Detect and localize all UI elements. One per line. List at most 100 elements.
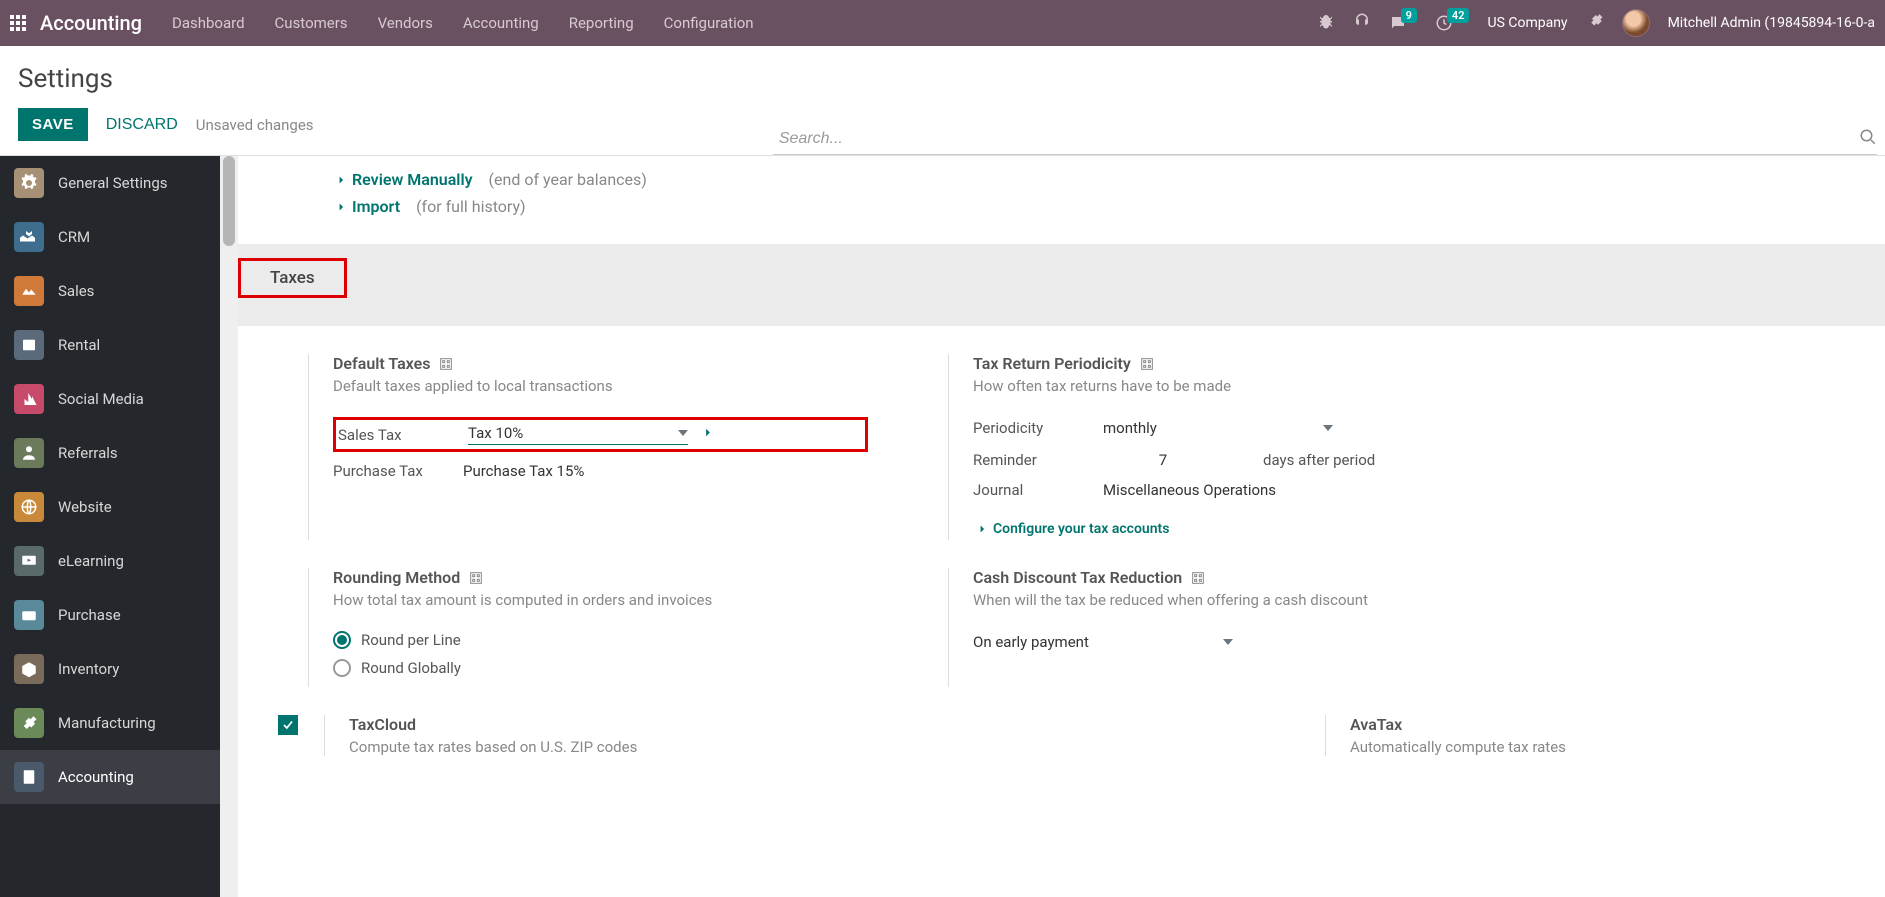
sidebar-scrollbar[interactable] xyxy=(220,156,238,897)
settings-sidebar: General Settings CRM Sales Rental Social… xyxy=(0,156,220,897)
sidebar-label: Rental xyxy=(58,336,100,354)
messages-icon[interactable]: 9 xyxy=(1389,14,1417,32)
label-sales-tax: Sales Tax xyxy=(338,426,468,444)
support-icon[interactable] xyxy=(1353,12,1371,34)
sidebar-label: Inventory xyxy=(58,660,119,678)
sidebar-item-website[interactable]: Website xyxy=(0,480,220,534)
page-title: Settings xyxy=(18,64,765,94)
sidebar-label: Manufacturing xyxy=(58,714,156,732)
avatar[interactable] xyxy=(1622,9,1650,37)
sidebar-item-elearning[interactable]: eLearning xyxy=(0,534,220,588)
messages-badge: 9 xyxy=(1401,8,1417,23)
setting-desc: Default taxes applied to local transacti… xyxy=(333,377,868,395)
chevron-down-icon xyxy=(1223,639,1233,645)
settings-content: Review Manually (end of year balances) I… xyxy=(238,156,1885,897)
radio-round-globally[interactable]: Round Globally xyxy=(333,659,868,677)
setting-desc: When will the tax be reduced when offeri… xyxy=(973,591,1508,609)
user-menu[interactable]: Mitchell Admin (19845894-16-0-a xyxy=(1668,15,1875,31)
company-switcher[interactable]: US Company xyxy=(1487,15,1567,31)
nav-vendors[interactable]: Vendors xyxy=(378,14,433,32)
sidebar-label: Sales xyxy=(58,282,94,300)
nav-accounting[interactable]: Accounting xyxy=(463,14,539,32)
sidebar-label: eLearning xyxy=(58,552,124,570)
link-configure-tax-accounts[interactable]: Configure your tax accounts xyxy=(973,521,1169,537)
company-icon xyxy=(438,356,454,372)
radio-round-per-line[interactable]: Round per Line xyxy=(333,631,868,649)
search-icon[interactable] xyxy=(1859,128,1877,150)
label-purchase-tax: Purchase Tax xyxy=(333,462,463,480)
sidebar-item-referrals[interactable]: Referrals xyxy=(0,426,220,480)
sidebar-item-manufacturing[interactable]: Manufacturing xyxy=(0,696,220,750)
section-taxes-header: Taxes xyxy=(238,258,347,298)
nav-customers[interactable]: Customers xyxy=(275,14,348,32)
sidebar-item-social[interactable]: Social Media xyxy=(0,372,220,426)
main-nav: Dashboard Customers Vendors Accounting R… xyxy=(172,14,754,32)
topbar: Accounting Dashboard Customers Vendors A… xyxy=(0,0,1885,46)
label-journal: Journal xyxy=(973,481,1103,499)
box-tax-periodicity: Tax Return Periodicity How often tax ret… xyxy=(948,354,1508,540)
chevron-down-icon xyxy=(1323,425,1333,431)
sidebar-item-inventory[interactable]: Inventory xyxy=(0,642,220,696)
sidebar-label: Referrals xyxy=(58,444,118,462)
sidebar-item-rental[interactable]: Rental xyxy=(0,318,220,372)
radio-icon xyxy=(333,631,351,649)
label-days-after: days after period xyxy=(1263,451,1375,469)
chevron-down-icon xyxy=(678,430,688,436)
box-rounding: Rounding Method How total tax amount is … xyxy=(308,568,868,687)
bug-icon[interactable] xyxy=(1317,12,1335,34)
company-icon xyxy=(468,570,484,586)
sidebar-label: General Settings xyxy=(58,174,168,192)
field-journal[interactable]: Miscellaneous Operations xyxy=(1103,481,1276,499)
box-default-taxes: Default Taxes Default taxes applied to l… xyxy=(308,354,868,540)
box-cash-discount: Cash Discount Tax Reduction When will th… xyxy=(948,568,1508,687)
activities-badge: 42 xyxy=(1447,8,1470,23)
sidebar-label: Website xyxy=(58,498,112,516)
sidebar-item-crm[interactable]: CRM xyxy=(0,210,220,264)
company-icon xyxy=(1139,356,1155,372)
radio-icon xyxy=(333,659,351,677)
field-purchase-tax[interactable]: Purchase Tax 15% xyxy=(463,462,584,480)
sidebar-label: CRM xyxy=(58,228,90,246)
field-cash-discount[interactable]: On early payment xyxy=(973,631,1233,653)
setting-title: Default Taxes xyxy=(333,354,430,373)
sidebar-item-sales[interactable]: Sales xyxy=(0,264,220,318)
label-reminder: Reminder xyxy=(973,451,1103,469)
activities-icon[interactable]: 42 xyxy=(1435,14,1470,32)
brand[interactable]: Accounting xyxy=(40,11,142,35)
sidebar-label: Social Media xyxy=(58,390,144,408)
search-input[interactable] xyxy=(773,124,1877,155)
nav-configuration[interactable]: Configuration xyxy=(664,14,754,32)
apps-icon[interactable] xyxy=(10,15,26,31)
company-icon xyxy=(1190,570,1206,586)
field-reminder[interactable]: 7 xyxy=(1103,451,1223,469)
field-sales-tax[interactable]: Tax 10% xyxy=(468,424,688,445)
nav-reporting[interactable]: Reporting xyxy=(569,14,634,32)
box-avatax: AvaTax Automatically compute tax rates xyxy=(1325,715,1885,756)
nav-dashboard[interactable]: Dashboard xyxy=(172,14,245,32)
link-review-manually[interactable]: Review Manually (end of year balances) xyxy=(332,170,1885,189)
setting-desc: How total tax amount is computed in orde… xyxy=(333,591,868,609)
setting-desc: Compute tax rates based on U.S. ZIP code… xyxy=(349,738,884,756)
save-button[interactable]: SAVE xyxy=(18,108,88,141)
sidebar-label: Accounting xyxy=(58,768,134,786)
setting-title: TaxCloud xyxy=(349,715,416,734)
link-import[interactable]: Import (for full history) xyxy=(332,197,1885,216)
external-link-icon[interactable] xyxy=(698,425,713,444)
sidebar-item-general[interactable]: General Settings xyxy=(0,156,220,210)
setting-desc: Automatically compute tax rates xyxy=(1350,738,1885,756)
sidebar-label: Purchase xyxy=(58,606,121,624)
setting-title: AvaTax xyxy=(1350,715,1402,734)
highlight-sales-tax: Sales Tax Tax 10% xyxy=(333,417,868,452)
setting-title: Cash Discount Tax Reduction xyxy=(973,568,1182,587)
setting-title: Tax Return Periodicity xyxy=(973,354,1131,373)
debug-icon[interactable] xyxy=(1586,12,1604,34)
discard-button[interactable]: DISCARD xyxy=(106,116,178,134)
checkbox-taxcloud[interactable] xyxy=(278,715,298,735)
setting-title: Rounding Method xyxy=(333,568,460,587)
section-taxes-header-wrap: Taxes xyxy=(238,244,1885,326)
control-panel: Settings SAVE DISCARD Unsaved changes xyxy=(0,46,1885,156)
sidebar-item-purchase[interactable]: Purchase xyxy=(0,588,220,642)
field-periodicity[interactable]: monthly xyxy=(1103,417,1333,439)
label-periodicity: Periodicity xyxy=(973,419,1103,437)
sidebar-item-accounting[interactable]: Accounting xyxy=(0,750,220,804)
